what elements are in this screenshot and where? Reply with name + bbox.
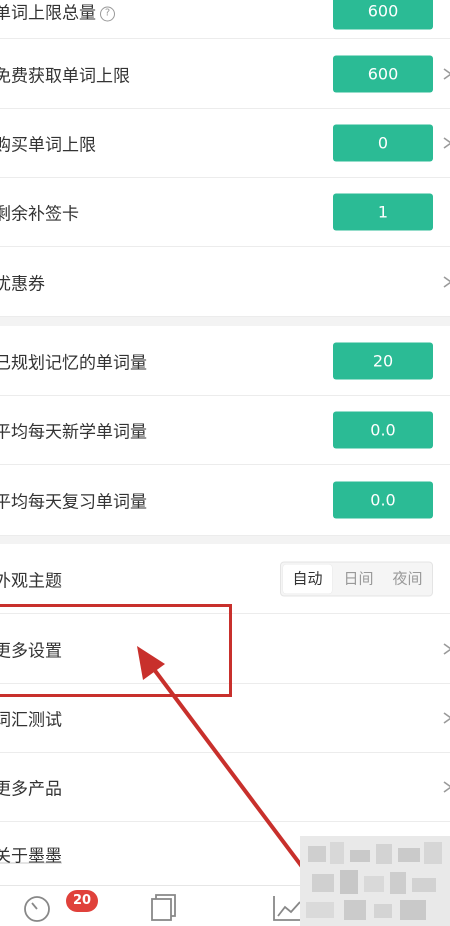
cards-icon bbox=[151, 894, 176, 921]
settings-row-purchased-word-limit[interactable]: 购买单词上限 0 bbox=[0, 109, 450, 178]
row-label: 关于墨墨 bbox=[0, 846, 62, 866]
row-label: 优惠券 bbox=[0, 274, 45, 294]
chevron-right-icon bbox=[441, 642, 450, 656]
settings-row-free-word-limit[interactable]: 免费获取单词上限 600 bbox=[0, 39, 450, 109]
stats-row-planned-words: 已规划记忆的单词量 20 bbox=[0, 326, 450, 396]
value-pill: 0 bbox=[333, 124, 433, 162]
chevron-right-icon bbox=[441, 67, 450, 81]
value-pill: 600 bbox=[333, 0, 433, 30]
row-label: 剩余补签卡 bbox=[0, 204, 79, 225]
timer-icon bbox=[24, 896, 50, 922]
tab-stats[interactable] bbox=[270, 890, 310, 924]
notification-badge: 20 bbox=[66, 890, 98, 912]
row-label: 更多产品 bbox=[0, 779, 62, 800]
stats-row-avg-new-words: 平均每天新学单词量 0.0 bbox=[0, 396, 450, 465]
settings-row-makeup-cards: 剩余补签卡 1 bbox=[0, 178, 450, 247]
section-separator bbox=[0, 536, 450, 544]
settings-row-word-limit-total: 单词上限总量? 600 bbox=[0, 0, 450, 39]
value-pill: 600 bbox=[333, 55, 433, 92]
tab-review[interactable]: 20 bbox=[20, 890, 98, 924]
row-label: 平均每天复习单词量 bbox=[0, 492, 147, 513]
value-pill: 0.0 bbox=[333, 481, 433, 519]
help-icon[interactable]: ? bbox=[100, 6, 115, 21]
row-label: 单词上限总量? bbox=[0, 0, 115, 24]
theme-option-night[interactable]: 夜间 bbox=[383, 562, 432, 595]
theme-segmented-control: 自动 日间 夜间 bbox=[280, 561, 433, 596]
chevron-right-icon bbox=[441, 780, 450, 794]
chevron-right-icon bbox=[441, 275, 450, 289]
value-pill: 1 bbox=[333, 193, 433, 231]
chevron-right-icon bbox=[441, 847, 450, 861]
row-label: 外观主题 bbox=[0, 571, 62, 591]
value-pill: 20 bbox=[333, 342, 433, 379]
theme-option-auto[interactable]: 自动 bbox=[283, 564, 332, 593]
menu-row-more-products[interactable]: 更多产品 bbox=[0, 753, 450, 822]
value-pill: 0.0 bbox=[333, 411, 433, 449]
row-label: 免费获取单词上限 bbox=[0, 66, 130, 86]
menu-row-about[interactable]: 关于墨墨 bbox=[0, 822, 450, 885]
menu-row-vocab-test[interactable]: 词汇测试 bbox=[0, 684, 450, 753]
chevron-right-icon bbox=[441, 711, 450, 725]
settings-row-theme: 外观主题 自动 日间 夜间 bbox=[0, 544, 450, 614]
menu-row-more-settings[interactable]: 更多设置 bbox=[0, 614, 450, 684]
row-label: 词汇测试 bbox=[0, 710, 62, 731]
row-label: 更多设置 bbox=[0, 641, 62, 661]
chevron-right-icon bbox=[441, 136, 450, 150]
row-label: 购买单词上限 bbox=[0, 135, 96, 156]
theme-option-day[interactable]: 日间 bbox=[334, 562, 383, 595]
row-label: 平均每天新学单词量 bbox=[0, 422, 147, 443]
row-label: 已规划记忆的单词量 bbox=[0, 353, 147, 373]
section-separator bbox=[0, 317, 450, 326]
bottom-tab-bar: 20 bbox=[0, 885, 450, 926]
tab-cards[interactable] bbox=[145, 890, 185, 924]
stats-row-avg-review-words: 平均每天复习单词量 0.0 bbox=[0, 465, 450, 536]
chart-icon bbox=[273, 896, 302, 921]
settings-row-coupons[interactable]: 优惠券 bbox=[0, 247, 450, 317]
